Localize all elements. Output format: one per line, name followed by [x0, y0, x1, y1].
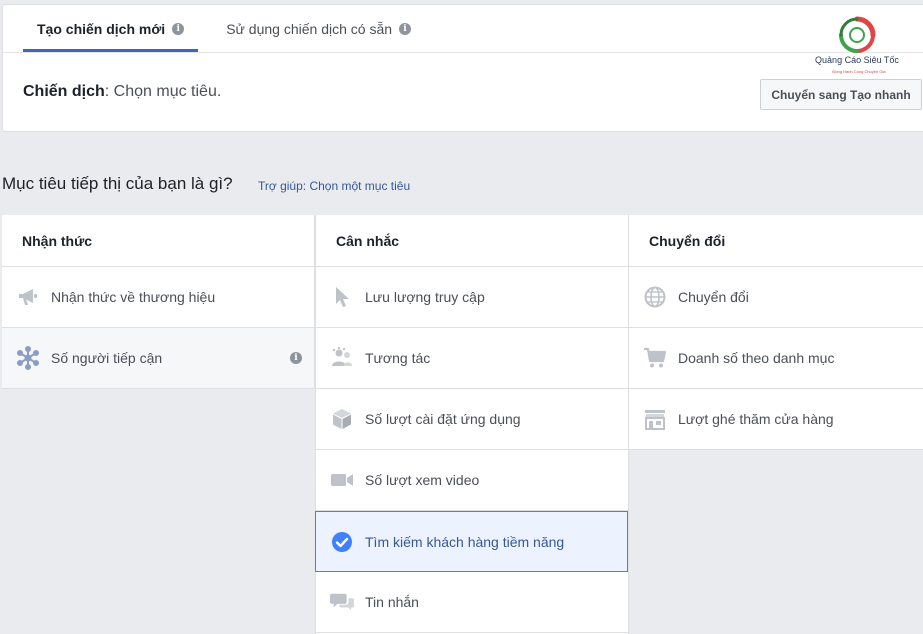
objective-label: Lượt ghé thăm cửa hàng	[678, 411, 834, 427]
objective-label: Chuyển đổi	[678, 289, 749, 305]
column-title: Chuyển đổi	[629, 215, 923, 267]
column-awareness: Nhận thức Nhận thức về thương hiệu Số ng…	[2, 215, 315, 389]
video-camera-icon	[330, 468, 354, 492]
shopping-cart-icon	[643, 346, 667, 370]
objective-label: Lưu lượng truy cập	[365, 289, 485, 305]
objective-video-views[interactable]: Số lượt xem video	[316, 450, 628, 511]
people-icon	[330, 346, 354, 370]
column-conversion: Chuyển đổi Chuyển đổi Doanh số theo danh…	[629, 215, 923, 450]
campaign-value: : Chọn mục tiêu.	[104, 83, 222, 100]
cursor-icon	[330, 285, 354, 309]
objective-catalog-sales[interactable]: Doanh số theo danh mục	[629, 328, 923, 389]
column-consideration: Cân nhắc Lưu lượng truy cập Tương tác Số…	[315, 215, 629, 634]
column-title: Nhận thức	[2, 215, 314, 267]
info-icon[interactable]: i	[399, 22, 412, 35]
objective-grid: Nhận thức Nhận thức về thương hiệu Số ng…	[2, 215, 923, 634]
logo-name: Quảng Cáo Siêu Tốc	[815, 55, 899, 65]
objective-messages[interactable]: Tin nhắn	[316, 572, 628, 633]
tab-existing-campaign-label: Sử dụng chiến dịch có sẵn	[226, 20, 393, 37]
info-icon[interactable]: i	[172, 22, 185, 35]
chat-bubbles-icon	[330, 590, 354, 614]
reach-icon	[16, 346, 40, 370]
tab-new-campaign-label: Tạo chiến dịch mới	[37, 20, 166, 37]
objective-store-visits[interactable]: Lượt ghé thăm cửa hàng	[629, 389, 923, 450]
objective-label: Doanh số theo danh mục	[678, 350, 835, 366]
checkmark-icon	[330, 530, 354, 554]
objective-reach[interactable]: Số người tiếp cận i	[2, 328, 314, 389]
objective-label: Số người tiếp cận	[51, 350, 163, 366]
campaign-header-card: Tạo chiến dịch mới i Sử dụng chiến dịch …	[2, 4, 923, 132]
info-icon[interactable]: i	[290, 352, 302, 364]
box-icon	[330, 407, 354, 431]
objective-label: Số lượt xem video	[365, 472, 480, 488]
objective-label: Nhận thức về thương hiệu	[51, 289, 216, 305]
objective-brand-awareness[interactable]: Nhận thức về thương hiệu	[2, 267, 314, 328]
objective-label: Tương tác	[365, 350, 431, 366]
objective-engagement[interactable]: Tương tác	[316, 328, 628, 389]
objective-app-installs[interactable]: Số lượt cài đặt ứng dụng	[316, 389, 628, 450]
store-icon	[643, 407, 667, 431]
globe-icon	[643, 285, 667, 309]
brand-logo: Quảng Cáo Siêu Tốc Đồng Hành Cùng Chuyên…	[803, 15, 913, 77]
objective-conversions[interactable]: Chuyển đổi	[629, 267, 923, 328]
objective-label: Tin nhắn	[365, 594, 419, 610]
campaign-label: Chiến dịch	[23, 83, 105, 100]
objective-lead-generation[interactable]: Tìm kiếm khách hàng tiềm năng	[315, 511, 628, 572]
tab-new-campaign[interactable]: Tạo chiến dịch mới i	[23, 5, 199, 52]
logo-tagline: Đồng Hành Cùng Chuyên Gia	[832, 69, 886, 74]
tabs-divider	[3, 52, 923, 53]
column-title: Cân nhắc	[316, 215, 628, 267]
switch-quick-create-button[interactable]: Chuyển sang Tạo nhanh	[760, 79, 922, 110]
campaign-tabs: Tạo chiến dịch mới i Sử dụng chiến dịch …	[23, 5, 425, 52]
megaphone-icon	[16, 285, 40, 309]
objective-question: Mục tiêu tiếp thị của bạn là gì?	[2, 174, 233, 193]
logo-swirl-icon	[839, 16, 876, 53]
objective-label: Số lượt cài đặt ứng dụng	[365, 411, 521, 427]
tab-existing-campaign[interactable]: Sử dụng chiến dịch có sẵn i	[212, 5, 425, 52]
campaign-status: Chiến dịch: Chọn mục tiêu.	[23, 83, 221, 101]
objective-label: Tìm kiếm khách hàng tiềm năng	[365, 533, 565, 550]
help-link[interactable]: Trợ giúp: Chọn một mục tiêu	[258, 179, 410, 193]
objective-traffic[interactable]: Lưu lượng truy cập	[316, 267, 628, 328]
